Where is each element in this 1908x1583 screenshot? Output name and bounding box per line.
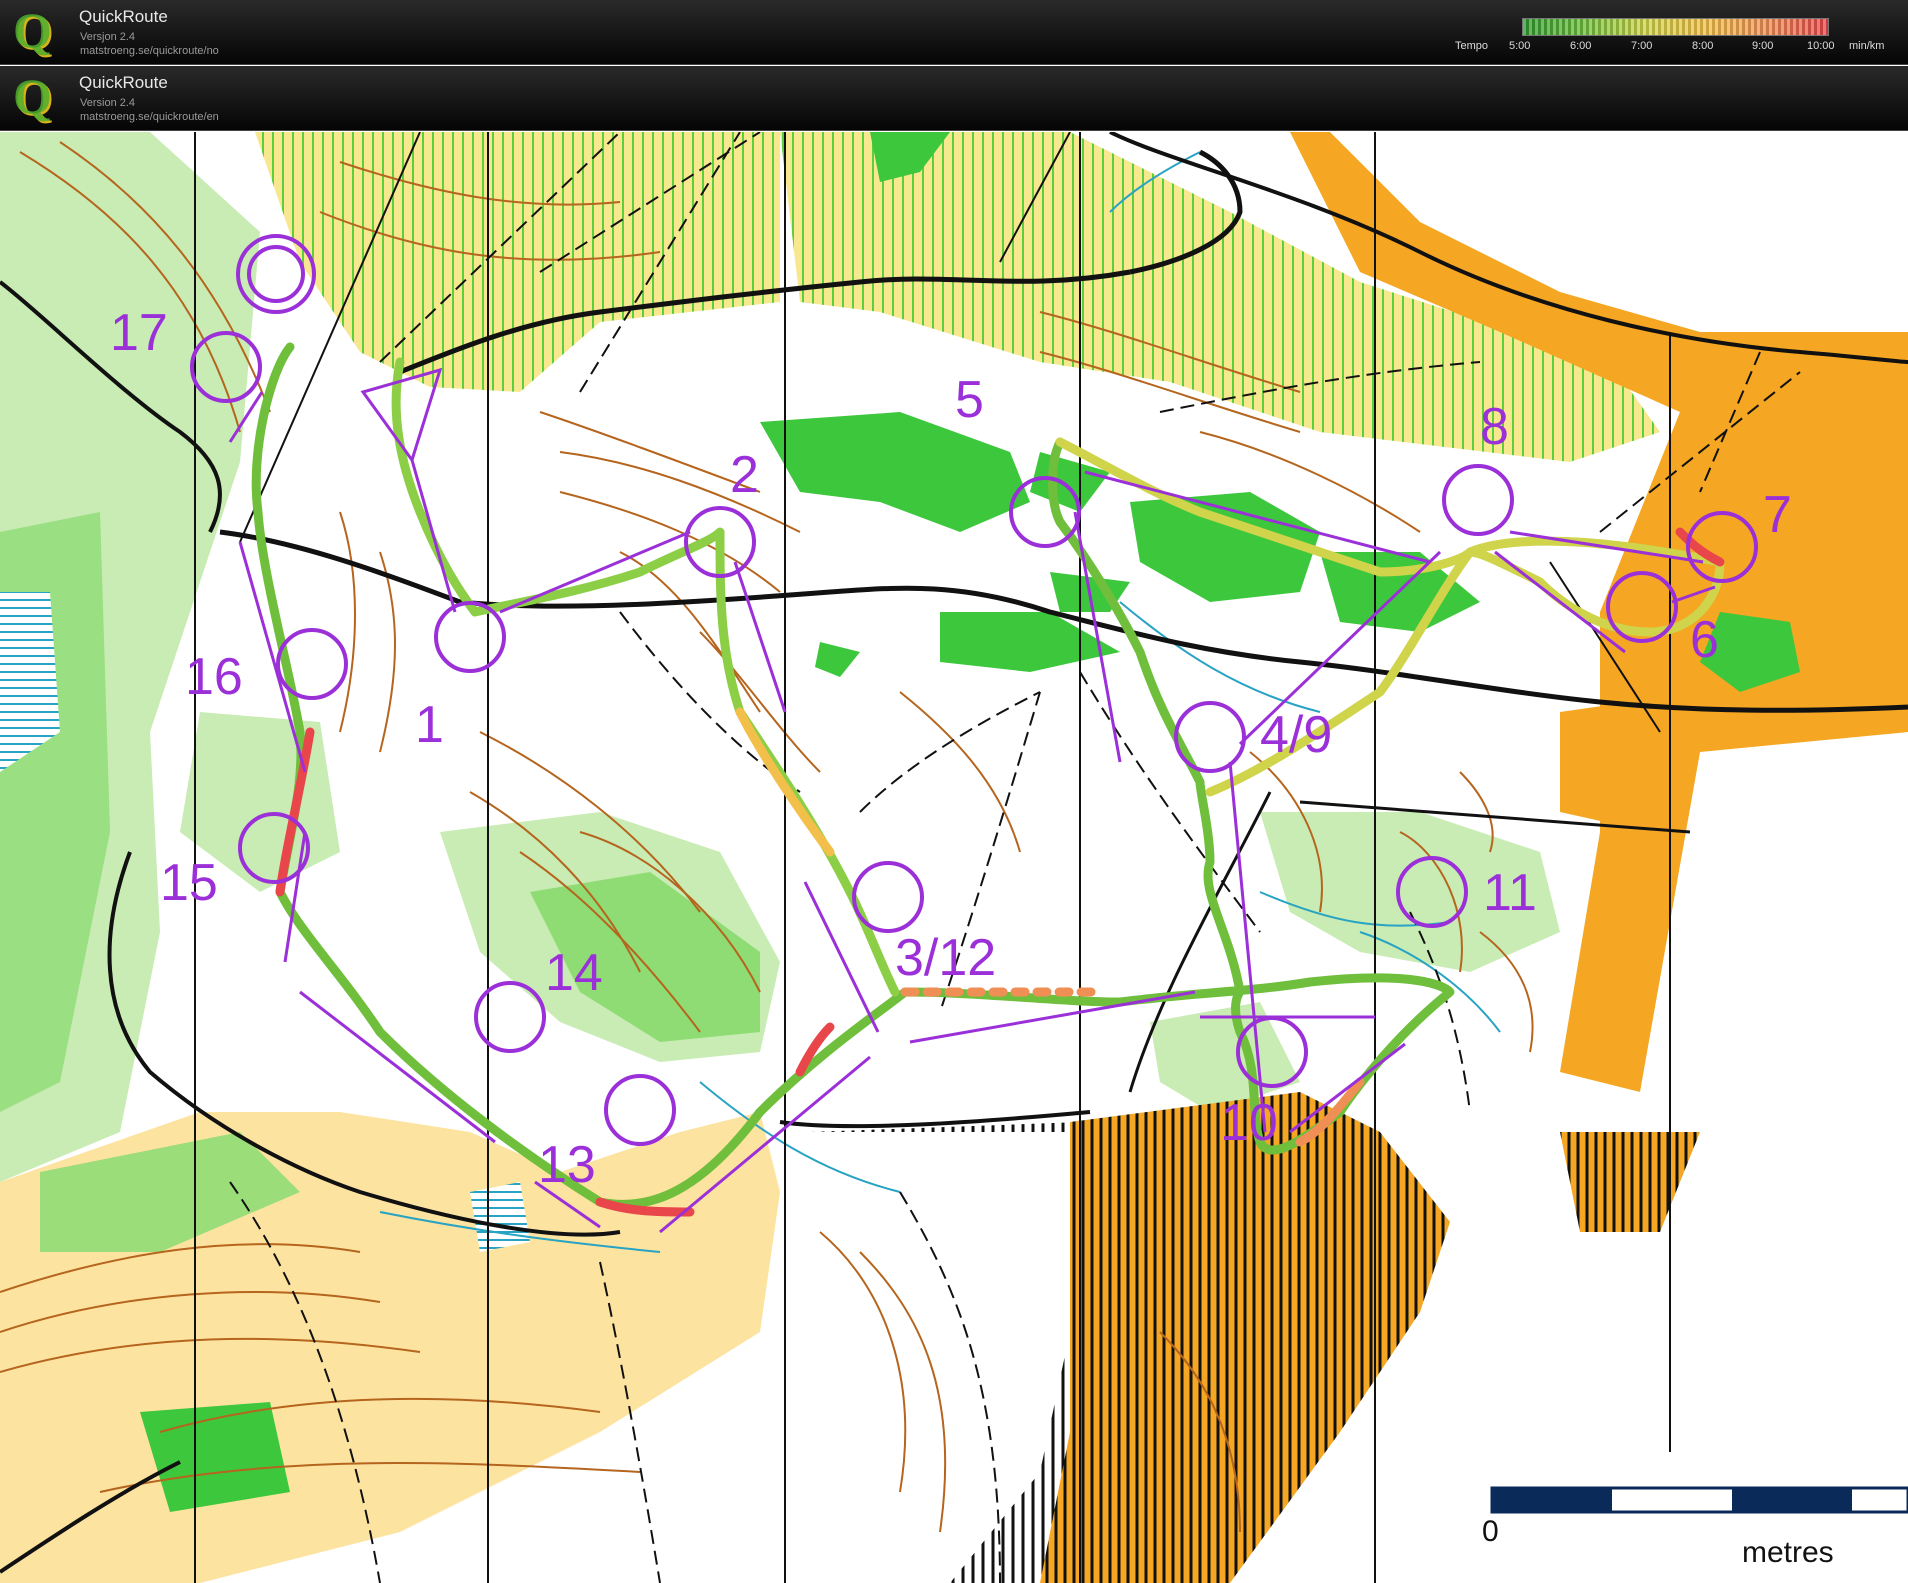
tempo-unit: min/km: [1849, 40, 1885, 52]
app-version: Version 2.4: [80, 97, 136, 109]
tempo-tick: 8:00: [1692, 40, 1714, 52]
app-url[interactable]: matstroeng.se/quickroute/en: [80, 111, 219, 123]
control-label: 17: [110, 304, 168, 362]
tempo-tick: 10:00: [1807, 40, 1835, 52]
control-label: 4/9: [1260, 706, 1332, 764]
scale-zero-label: 0: [1482, 1515, 1499, 1548]
control-label: 8: [1480, 398, 1509, 456]
control-label: 16: [185, 648, 243, 706]
scale-bar: [1490, 1486, 1908, 1514]
app-version: Versjon 2.4: [80, 31, 136, 43]
control-label: 2: [730, 446, 759, 504]
tempo-color-bar: [1522, 18, 1829, 36]
tempo-scale: Tempo 5:00 6:00 7:00 8:00 9:00 10:00 min…: [1455, 18, 1895, 58]
control-label: 7: [1763, 486, 1792, 544]
tempo-tick: 5:00: [1509, 40, 1531, 52]
tempo-tick: 9:00: [1752, 40, 1774, 52]
control-label: 13: [538, 1136, 596, 1194]
orienteering-map[interactable]: 1 2 3/12 4/9 5 6 7 8 10 11 13 14 15 16 1…: [0, 132, 1908, 1583]
control-label: 15: [160, 854, 218, 912]
tempo-tick: 7:00: [1631, 40, 1653, 52]
quickroute-header-en: Q Q QuickRoute Version 2.4 matstroeng.se…: [0, 66, 1908, 131]
control-label: 11: [1483, 864, 1537, 922]
tempo-tick: 6:00: [1570, 40, 1592, 52]
svg-text:Q: Q: [13, 4, 52, 58]
app-url[interactable]: matstroeng.se/quickroute/no: [80, 45, 219, 57]
quickroute-logo-icon: Q Q: [13, 70, 54, 126]
control-label: 1: [415, 696, 444, 754]
map-canvas[interactable]: 1 2 3/12 4/9 5 6 7 8 10 11 13 14 15 16 1…: [0, 132, 1908, 1583]
app-title: QuickRoute: [79, 7, 168, 26]
quickroute-header-no: Q Q QuickRoute Versjon 2.4 matstroeng.se…: [0, 0, 1908, 65]
control-label: 14: [545, 944, 603, 1002]
control-label: 5: [955, 371, 984, 429]
tempo-label: Tempo: [1455, 40, 1489, 52]
control-label: 3/12: [895, 929, 996, 987]
svg-text:Q: Q: [13, 70, 52, 124]
app-title: QuickRoute: [79, 73, 168, 92]
control-label: 6: [1690, 611, 1719, 669]
control-label: 10: [1220, 1094, 1278, 1152]
scale-unit-label: metres: [1742, 1536, 1834, 1569]
quickroute-logo-icon: Q Q: [13, 4, 54, 60]
